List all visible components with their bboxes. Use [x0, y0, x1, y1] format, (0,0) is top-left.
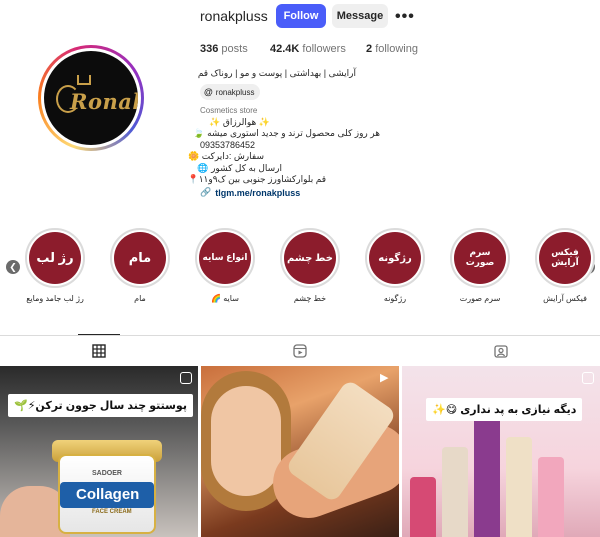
followers-count-label: followers: [302, 43, 346, 55]
following-count-value: 2: [366, 43, 373, 55]
reels-icon[interactable]: [293, 344, 307, 358]
threads-badge[interactable]: @ ronakpluss: [200, 84, 261, 100]
follow-button[interactable]: Follow: [276, 4, 326, 28]
highlight-title: سرم صورت: [454, 232, 506, 284]
highlight-label: سرم صورت: [459, 294, 501, 303]
post-caption: دیگه نیازی به پد نداری 😋✨: [426, 398, 583, 421]
post-thumbnail[interactable]: SADOER Collagen FACE CREAM پوستتو چند سا…: [0, 366, 198, 537]
highlight-cover: سرم صورت: [450, 228, 510, 288]
highlight-title: رژگونه: [369, 232, 421, 284]
carousel-icon: [180, 372, 192, 384]
highlight-cover: فیکس آرایش: [535, 228, 595, 288]
category-label: Cosmetics store: [200, 106, 258, 115]
logo-text: Ronak: [70, 89, 138, 114]
jar-product: Collagen: [76, 486, 140, 503]
highlight-item[interactable]: مام مام: [110, 228, 170, 303]
highlight-title: انواع سایه: [199, 232, 251, 284]
highlight-label: رژگونه: [383, 294, 407, 303]
bio-line: قم بلوارکشاورز جنوبی بین ک۹و۱۱📍: [187, 174, 326, 184]
bio-line: ارسال به کل کشور 🌐: [197, 163, 282, 173]
active-tab-indicator: [78, 334, 120, 335]
bio-phone: 09353786452: [200, 140, 256, 150]
highlight-label: خط چشم: [293, 294, 327, 303]
highlight-item[interactable]: فیکس آرایش فیکس آرایش: [535, 228, 595, 303]
reel-icon: ▶: [380, 372, 389, 384]
highlight-item[interactable]: انواع سایه سایه 🌈: [195, 228, 255, 303]
product-image: [474, 417, 500, 537]
username: ronakpluss: [200, 8, 268, 24]
bio-line: سفارش :دایرکت 🌼: [188, 151, 264, 161]
highlight-cover: رژ لب: [25, 228, 85, 288]
product-image: [506, 437, 532, 537]
highlight-title: رژ لب: [29, 232, 81, 284]
highlight-cover: انواع سایه: [195, 228, 255, 288]
threads-handle: ronakpluss: [215, 87, 255, 97]
highlight-label: فیکس آرایش: [543, 294, 587, 303]
grid-icon[interactable]: [92, 344, 106, 358]
highlight-cover: خط چشم: [280, 228, 340, 288]
profile-avatar[interactable]: Ronak: [38, 45, 144, 151]
face-image: [211, 386, 281, 496]
bio-link-text: tlgm.me/ronakpluss: [215, 187, 301, 198]
bio-line: ✨ هوالرزاق ✨: [209, 117, 270, 127]
highlight-item[interactable]: رژ لب رژ لب جامد ومایع: [25, 228, 85, 303]
following-count-label: following: [375, 43, 418, 55]
bio-line: هر روز کلی محصول ترند و جدید استوری میشه…: [193, 128, 380, 138]
product-image: [538, 457, 564, 537]
message-button[interactable]: Message: [332, 4, 388, 28]
tagged-icon[interactable]: [494, 344, 508, 358]
tabs-divider: [0, 335, 600, 336]
ronak-logo: Ronak: [44, 51, 138, 145]
followers-count[interactable]: 42.4K followers: [270, 43, 346, 55]
bio-link[interactable]: 🔗 tlgm.me/ronakpluss: [200, 187, 300, 198]
highlight-label: مام: [134, 294, 146, 303]
highlight-title: مام: [114, 232, 166, 284]
threads-icon: @: [204, 87, 213, 97]
more-options-icon[interactable]: •••: [395, 8, 415, 26]
product-image: [442, 447, 468, 537]
posts-count-value: 336: [200, 43, 219, 55]
post-thumbnail[interactable]: ▶: [201, 366, 399, 537]
highlight-item[interactable]: خط چشم خط چشم: [280, 228, 340, 303]
post-thumbnail[interactable]: دیگه نیازی به پد نداری 😋✨: [402, 366, 600, 537]
avatar-frame: Ronak: [41, 48, 141, 148]
highlight-item[interactable]: رژگونه رژگونه: [365, 228, 425, 303]
highlight-title: فیکس آرایش: [539, 232, 591, 284]
jar-sub: FACE CREAM: [92, 509, 132, 515]
highlight-label: سایه 🌈: [211, 294, 239, 303]
highlights-prev-icon[interactable]: ❮: [6, 260, 20, 274]
followers-count-value: 42.4K: [270, 43, 300, 55]
following-count[interactable]: 2 following: [366, 43, 418, 55]
highlight-label: رژ لب جامد ومایع: [26, 294, 84, 303]
jar-brand: SADOER: [92, 470, 122, 477]
carousel-icon: [582, 372, 594, 384]
highlight-cover: مام: [110, 228, 170, 288]
link-icon: 🔗: [200, 187, 212, 197]
product-image: [410, 477, 436, 537]
posts-count: 336 posts: [200, 43, 248, 55]
crown-icon: [77, 75, 91, 85]
posts-count-label: posts: [221, 43, 248, 55]
highlight-title: خط چشم: [284, 232, 336, 284]
highlight-cover: رژگونه: [365, 228, 425, 288]
bio-title: آرایشی | بهداشتی | پوست و مو | روناک قم: [197, 68, 356, 78]
post-caption: پوستتو چند سال جوون ترکن⚡🌱: [8, 394, 193, 417]
highlight-item[interactable]: سرم صورت سرم صورت: [450, 228, 510, 303]
